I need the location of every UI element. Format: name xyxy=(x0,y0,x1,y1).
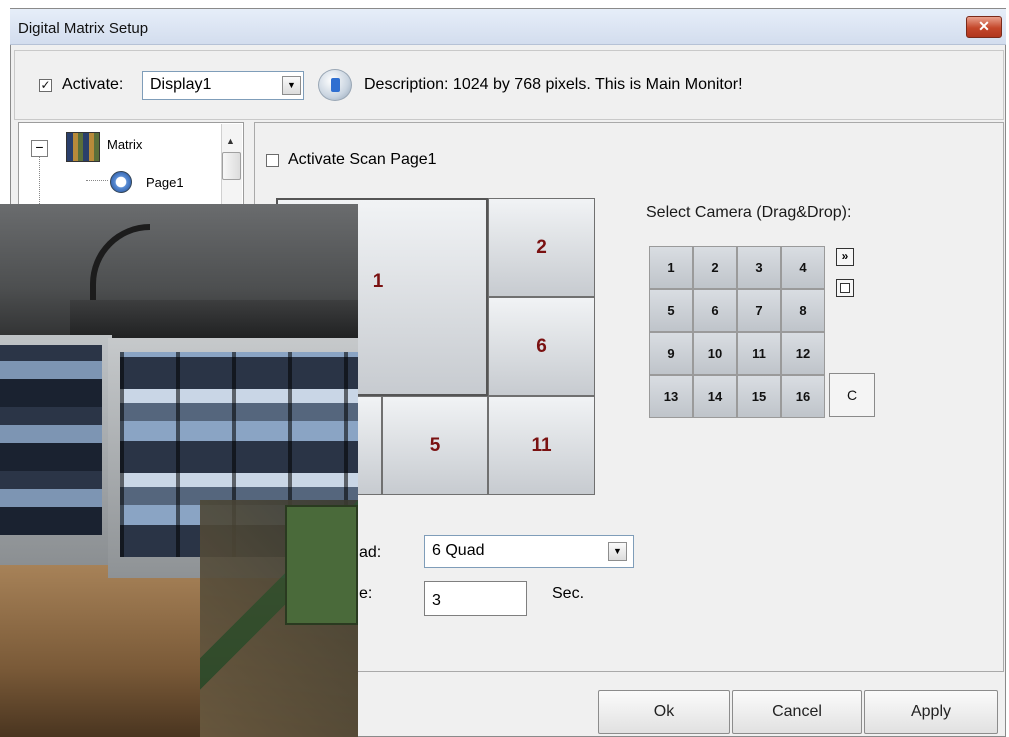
camera-button[interactable]: 5 xyxy=(649,289,693,332)
activate-scan-label: Activate Scan Page1 xyxy=(288,151,437,168)
tile-number: 11 xyxy=(531,434,552,456)
time-label: e: xyxy=(359,585,373,602)
camera-clear-button[interactable]: C xyxy=(829,373,875,417)
camera-button[interactable]: 11 xyxy=(737,332,781,375)
camera-button[interactable]: 3 xyxy=(737,246,781,289)
tile-number: 6 xyxy=(536,335,547,357)
photo-circuit-board xyxy=(285,505,358,625)
chevron-down-icon[interactable]: ▼ xyxy=(608,542,627,561)
camera-button[interactable]: 13 xyxy=(649,375,693,418)
matrix-grid-icon xyxy=(66,132,100,162)
tree-collapse-toggle[interactable]: − xyxy=(31,140,48,157)
camera-button[interactable]: 16 xyxy=(781,375,825,418)
monitor-info-icon-glyph xyxy=(331,78,340,92)
ok-button[interactable]: Ok xyxy=(598,690,730,734)
display-select-value: Display1 xyxy=(150,76,212,93)
layout-tile[interactable]: 6 xyxy=(488,297,595,396)
activate-checkbox[interactable]: ✓ xyxy=(39,79,52,92)
camera-button[interactable]: 12 xyxy=(781,332,825,375)
close-icon: ✕ xyxy=(978,18,990,34)
matrix-tree xyxy=(18,122,244,212)
tree-item-matrix[interactable]: Matrix xyxy=(107,137,142,152)
photo-monitor-left-screen xyxy=(0,345,102,535)
cancel-button[interactable]: Cancel xyxy=(732,690,862,734)
tree-item-page1[interactable]: Page1 xyxy=(146,175,184,190)
camera-button[interactable]: 6 xyxy=(693,289,737,332)
close-button[interactable]: ✕ xyxy=(966,16,1002,38)
scroll-thumb[interactable] xyxy=(222,152,241,180)
window-title: Digital Matrix Setup xyxy=(18,20,149,37)
camera-button[interactable]: 14 xyxy=(693,375,737,418)
camera-button[interactable]: 8 xyxy=(781,289,825,332)
camera-button[interactable]: 7 xyxy=(737,289,781,332)
layout-tile[interactable]: 11 xyxy=(488,396,595,495)
tree-connector xyxy=(86,180,108,181)
title-bar[interactable] xyxy=(10,9,1006,45)
layout-tile[interactable]: 5 xyxy=(382,396,488,495)
scroll-up-icon[interactable]: ▲ xyxy=(226,136,235,146)
activate-scan-checkbox[interactable] xyxy=(266,154,279,167)
chevron-down-icon[interactable]: ▼ xyxy=(282,76,301,95)
time-input-value: 3 xyxy=(432,592,441,609)
camera-button[interactable]: 4 xyxy=(781,246,825,289)
photo-shelf xyxy=(70,300,358,340)
camera-button[interactable]: 1 xyxy=(649,246,693,289)
select-camera-label: Select Camera (Drag&Drop): xyxy=(646,204,852,221)
seconds-unit-label: Sec. xyxy=(552,585,585,602)
camera-button[interactable]: 2 xyxy=(693,246,737,289)
description-text: Description: 1024 by 768 pixels. This is… xyxy=(364,76,743,93)
apply-button[interactable]: Apply xyxy=(864,690,998,734)
camera-button[interactable]: 9 xyxy=(649,332,693,375)
quad-select-value: 6 Quad xyxy=(432,542,485,559)
tile-number: 1 xyxy=(372,271,384,292)
camera-button[interactable]: 10 xyxy=(693,332,737,375)
tile-number: 2 xyxy=(536,236,547,258)
quad-label: ad: xyxy=(359,544,382,561)
clock-page-icon xyxy=(110,171,132,193)
layout-tile[interactable]: 2 xyxy=(488,198,595,297)
camera-button[interactable]: 15 xyxy=(737,375,781,418)
tile-number: 5 xyxy=(429,434,441,456)
activate-label: Activate: xyxy=(62,76,124,93)
double-chevron-right-icon[interactable]: » xyxy=(836,248,854,266)
single-view-icon-glyph xyxy=(840,283,850,293)
